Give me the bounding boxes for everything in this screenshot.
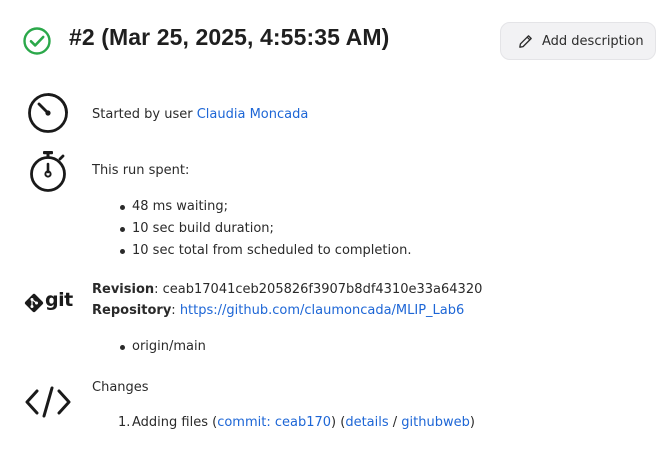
change-message: Adding files <box>132 415 208 430</box>
add-description-button[interactable]: Add description <box>500 22 656 60</box>
branch-item: origin/main <box>132 339 206 354</box>
timing-heading: This run spent: <box>92 163 190 178</box>
stopwatch-icon <box>30 151 66 192</box>
pencil-icon <box>519 34 532 48</box>
started-by-prefix: Started by user <box>92 107 193 122</box>
revision-line: Revision: ceab17041ceb205826f3907b8df431… <box>92 282 483 297</box>
user-link[interactable]: Claudia Moncada <box>197 107 309 122</box>
timing-item: 10 sec build duration; <box>132 221 274 236</box>
revision-label: Revision <box>92 282 155 297</box>
git-icon <box>24 293 44 313</box>
commit-id: ceab170 <box>274 415 332 430</box>
repository-link[interactable]: https://github.com/claumoncada/MLIP_Lab6 <box>180 303 464 318</box>
page-title: #2 (Mar 25, 2025, 4:55:35 AM) <box>69 24 390 50</box>
list-bullet <box>120 345 125 350</box>
build-page: #2 (Mar 25, 2025, 4:55:35 AM) Add descri… <box>0 0 669 472</box>
repository-line: Repository: https://github.com/claumonca… <box>92 303 465 318</box>
started-by-text: Started by user Claudia Moncada <box>92 107 308 122</box>
list-bullet <box>120 227 125 232</box>
githubweb-link[interactable]: githubweb <box>401 415 470 430</box>
timing-item: 10 sec total from scheduled to completio… <box>132 243 412 258</box>
success-check-icon <box>23 27 51 55</box>
commit-link[interactable]: commit: ceab170 <box>217 415 331 430</box>
revision-value: ceab17041ceb205826f3907b8df4310e33a64320 <box>162 282 483 297</box>
changes-heading: Changes <box>92 380 149 395</box>
code-icon <box>25 386 71 418</box>
git-logo: git <box>24 289 74 316</box>
list-bullet <box>120 205 125 210</box>
details-link[interactable]: details <box>345 415 388 430</box>
change-number: 1. <box>118 415 131 430</box>
timer-icon <box>28 93 68 133</box>
commit-label: commit <box>217 415 267 430</box>
build-header: #2 (Mar 25, 2025, 4:55:35 AM) Add descri… <box>0 0 669 80</box>
repository-label: Repository <box>92 303 172 318</box>
add-description-label: Add description <box>542 33 644 49</box>
timing-item: 48 ms waiting; <box>132 199 229 214</box>
change-item: Adding files (commit: ceab170) (details … <box>132 415 475 430</box>
git-logo-text: git <box>45 289 73 311</box>
list-bullet <box>120 249 125 254</box>
